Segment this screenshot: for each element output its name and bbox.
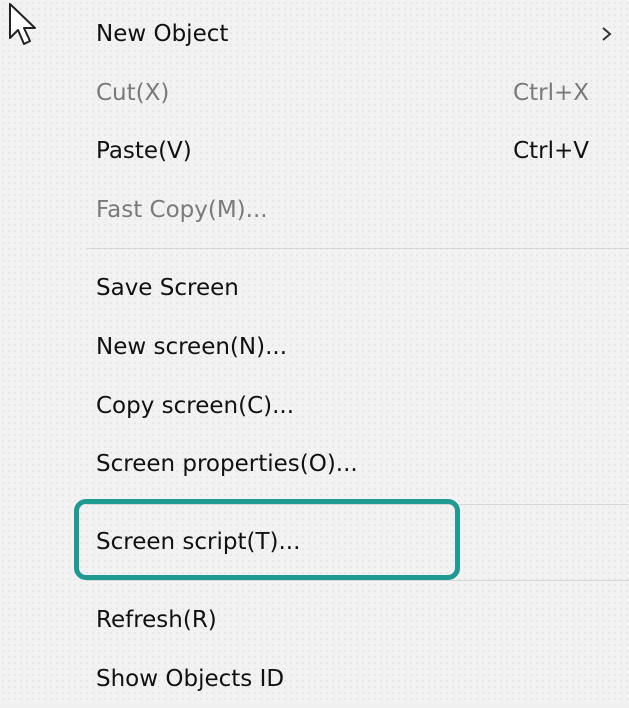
menu-item-label: Fast Copy(M)... <box>96 197 268 223</box>
menu-item-show-objects-id[interactable]: Show Objects ID <box>0 650 629 708</box>
menu-item-label: Show Objects ID <box>96 666 285 692</box>
chevron-right-icon <box>602 27 612 41</box>
menu-item-label: Cut(X) <box>96 80 170 106</box>
menu-item-label: New screen(N)... <box>96 334 288 360</box>
menu-item-paste[interactable]: Paste(V) Ctrl+V <box>0 122 629 180</box>
menu-item-label: Screen properties(O)... <box>96 451 358 477</box>
menu-item-label: Paste(V) <box>96 138 192 164</box>
menu-item-label: Refresh(R) <box>96 607 217 633</box>
menu-item-fast-copy[interactable]: Fast Copy(M)... <box>0 181 629 239</box>
context-menu: New Object Cut(X) Ctrl+X Paste(V) Ctrl+V… <box>0 0 629 704</box>
menu-item-screen-properties[interactable]: Screen properties(O)... <box>0 435 629 493</box>
menu-item-new-screen[interactable]: New screen(N)... <box>0 318 629 376</box>
menu-item-cut[interactable]: Cut(X) Ctrl+X <box>0 64 629 122</box>
menu-item-shortcut: Ctrl+V <box>513 138 589 164</box>
menu-item-refresh[interactable]: Refresh(R) <box>0 591 629 649</box>
menu-item-new-object[interactable]: New Object <box>0 5 629 63</box>
menu-item-label: Screen script(T)... <box>96 529 301 555</box>
menu-item-label: Save Screen <box>96 275 239 301</box>
menu-item-label: Copy screen(C)... <box>96 393 295 419</box>
menu-item-shortcut: Ctrl+X <box>513 80 589 106</box>
menu-item-screen-script[interactable]: Screen script(T)... <box>0 513 629 571</box>
menu-separator <box>86 248 629 249</box>
menu-item-save-screen[interactable]: Save Screen <box>0 259 629 317</box>
menu-separator <box>86 580 629 581</box>
menu-item-label: New Object <box>96 21 229 47</box>
menu-item-copy-screen[interactable]: Copy screen(C)... <box>0 377 629 435</box>
menu-separator <box>86 504 629 505</box>
